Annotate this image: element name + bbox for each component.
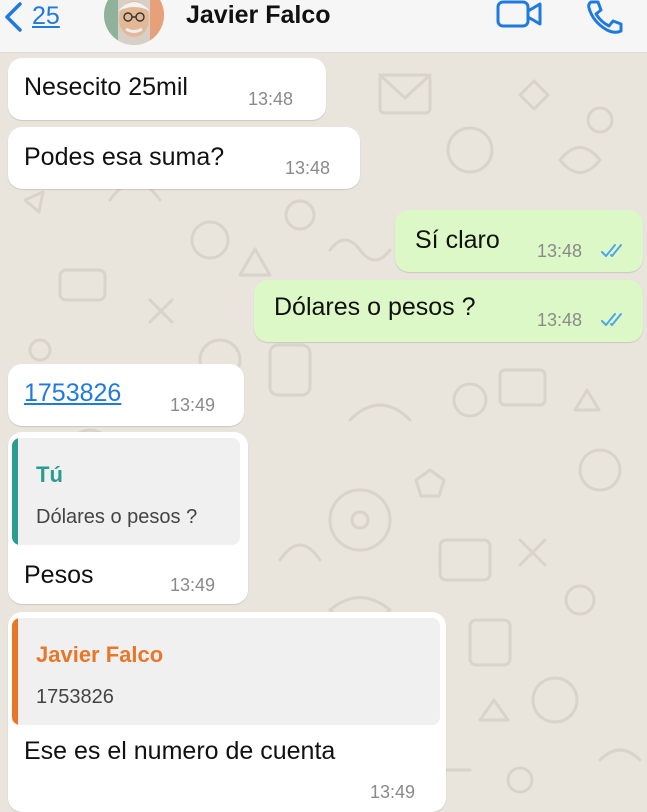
message-text: Ese es el numero de cuenta [24, 737, 336, 765]
voice-call-button[interactable] [585, 0, 625, 34]
back-button[interactable] [0, 0, 26, 34]
message-incoming[interactable]: 1753826 13:49 [8, 364, 244, 426]
double-check-icon [601, 244, 622, 257]
quote-bar [12, 438, 18, 545]
avatar[interactable] [104, 0, 164, 45]
quote-author: Tú [36, 462, 63, 487]
message-text: Nesecito 25mil [24, 73, 188, 101]
quoted-message[interactable]: Javier Falco 1753826 [12, 618, 440, 725]
quote-text: Dólares o pesos ? [36, 506, 198, 528]
video-call-button[interactable] [495, 0, 545, 30]
message-time: 13:49 [170, 395, 216, 415]
message-text: Podes esa suma? [24, 143, 225, 171]
message-incoming-reply[interactable]: Tú Dólares o pesos ? Pesos 13:49 [8, 432, 248, 604]
account-number-link[interactable]: 1753826 [24, 378, 121, 408]
phone-icon [587, 0, 623, 34]
quote-bar [12, 618, 18, 725]
message-text: Sí claro [415, 226, 500, 254]
message-time: 13:48 [248, 89, 294, 109]
message-incoming-reply[interactable]: Javier Falco 1753826 Ese es el numero de… [8, 612, 446, 812]
double-check-icon [601, 313, 622, 326]
unread-count[interactable]: 25 [32, 1, 60, 31]
message-outgoing[interactable]: Sí claro 13:48 [395, 210, 643, 272]
quote-author: Javier Falco [36, 642, 164, 667]
video-camera-icon [496, 0, 542, 28]
message-time: 13:48 [285, 158, 331, 178]
contact-name[interactable]: Javier Falco [186, 0, 331, 30]
message-text: Dólares o pesos ? [274, 293, 476, 321]
quoted-message[interactable]: Tú Dólares o pesos ? [12, 438, 240, 545]
quote-text: 1753826 [36, 686, 114, 708]
message-time: 13:48 [537, 241, 583, 261]
message-text: Pesos [24, 561, 94, 589]
message-outgoing[interactable]: Dólares o pesos ? 13:48 [254, 280, 643, 342]
message-incoming[interactable]: Nesecito 25mil 13:48 [8, 58, 326, 120]
message-incoming[interactable]: Podes esa suma? 13:48 [8, 127, 360, 189]
message-time: 13:49 [170, 575, 216, 595]
message-time: 13:48 [537, 310, 583, 330]
chevron-left-icon [5, 2, 22, 32]
chat-header: 25 Javier Falco [0, 0, 647, 53]
message-time: 13:49 [370, 782, 416, 802]
